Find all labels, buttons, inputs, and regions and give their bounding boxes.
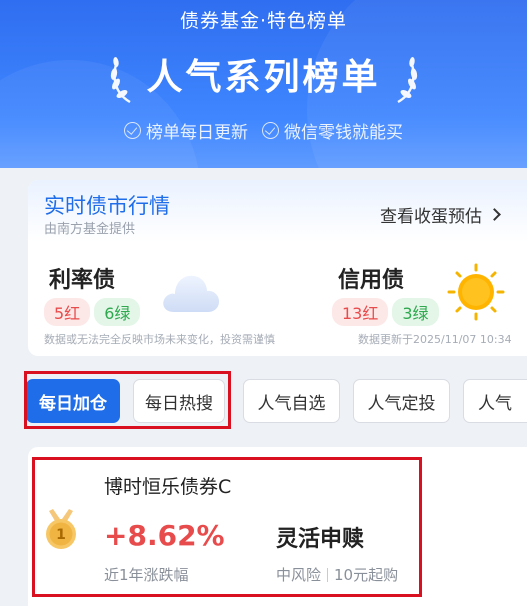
feature-label: 榜单每日更新: [146, 123, 248, 143]
credit-bond-green-count: 3绿: [392, 298, 439, 326]
fund-redeem-type: 灵活申赎: [276, 527, 365, 552]
fund-name: 博时恒乐债券C: [104, 476, 232, 498]
feature-wechat-buy: 微信零钱就能买: [262, 118, 403, 143]
banner-subtitle: 债券基金·特色榜单: [179, 10, 348, 32]
rate-bond-red-count: 5红: [44, 298, 91, 326]
banner-features: 榜单每日更新 微信零钱就能买: [0, 118, 527, 143]
market-disclaimer: 数据或无法完全反映市场未来变化，投资需谨慎: [44, 333, 275, 346]
view-valuation-link[interactable]: 查看收蛋预估: [380, 202, 501, 227]
tab-daily-add[interactable]: 每日加仓: [26, 379, 120, 423]
update-time: 数据更新于2025/11/07 10:34: [358, 333, 512, 346]
bond-market-card: 实时债市行情 由南方基金提供 查看收蛋预估 利率债 5红 6绿 信用债 13红 …: [28, 180, 527, 356]
fund-return-value: +8.62%: [104, 519, 225, 552]
cloud-icon: [163, 275, 220, 312]
rank-number: 1: [56, 527, 66, 543]
credit-bond-name: 信用债: [338, 268, 405, 293]
valuation-link-label: 查看收蛋预估: [380, 207, 482, 227]
market-source: 由南方基金提供: [44, 222, 136, 237]
gold-medal-icon: 1: [46, 509, 76, 549]
fund-return-label: 近1年涨跌幅: [104, 566, 189, 584]
chevron-right-icon: [488, 208, 501, 221]
tab-daily-hot-search[interactable]: 每日热搜: [133, 379, 225, 423]
tab-popular-auto-invest[interactable]: 人气定投: [353, 379, 450, 423]
header-banner: 债券基金·特色榜单 人气系列榜单 榜单每日更新 微信零钱就能买: [0, 0, 527, 168]
rate-bond-green-count: 6绿: [94, 298, 141, 326]
check-circle-icon: [124, 122, 141, 139]
laurel-right-icon: [397, 57, 418, 104]
feature-daily-update: 榜单每日更新: [124, 118, 248, 143]
feature-label: 微信零钱就能买: [284, 123, 403, 143]
tab-popular-watchlist[interactable]: 人气自选: [243, 379, 340, 423]
sun-icon: [447, 263, 505, 321]
rate-bond-name: 利率债: [49, 268, 116, 293]
credit-bond-stats: 13红 3绿: [332, 298, 439, 326]
market-title: 实时债市行情: [44, 194, 170, 218]
banner-title: 人气系列榜单: [146, 57, 381, 98]
tag-divider: [327, 567, 329, 582]
fund-min-amount: 10元起购: [334, 566, 399, 584]
check-circle-icon: [262, 122, 279, 139]
ranking-tabs: 每日加仓 每日热搜 人气自选 人气定投 人气: [26, 379, 527, 425]
fund-risk-level: 中风险: [276, 566, 322, 584]
fund-tags: 中风险 10元起购: [276, 564, 398, 585]
tab-popular-more[interactable]: 人气: [463, 379, 527, 423]
credit-bond-red-count: 13红: [332, 298, 389, 326]
rate-bond-stats: 5红 6绿: [44, 298, 141, 326]
fund-card[interactable]: 1 博时恒乐债券C +8.62% 近1年涨跌幅 灵活申赎 中风险 10元起购: [28, 447, 527, 606]
